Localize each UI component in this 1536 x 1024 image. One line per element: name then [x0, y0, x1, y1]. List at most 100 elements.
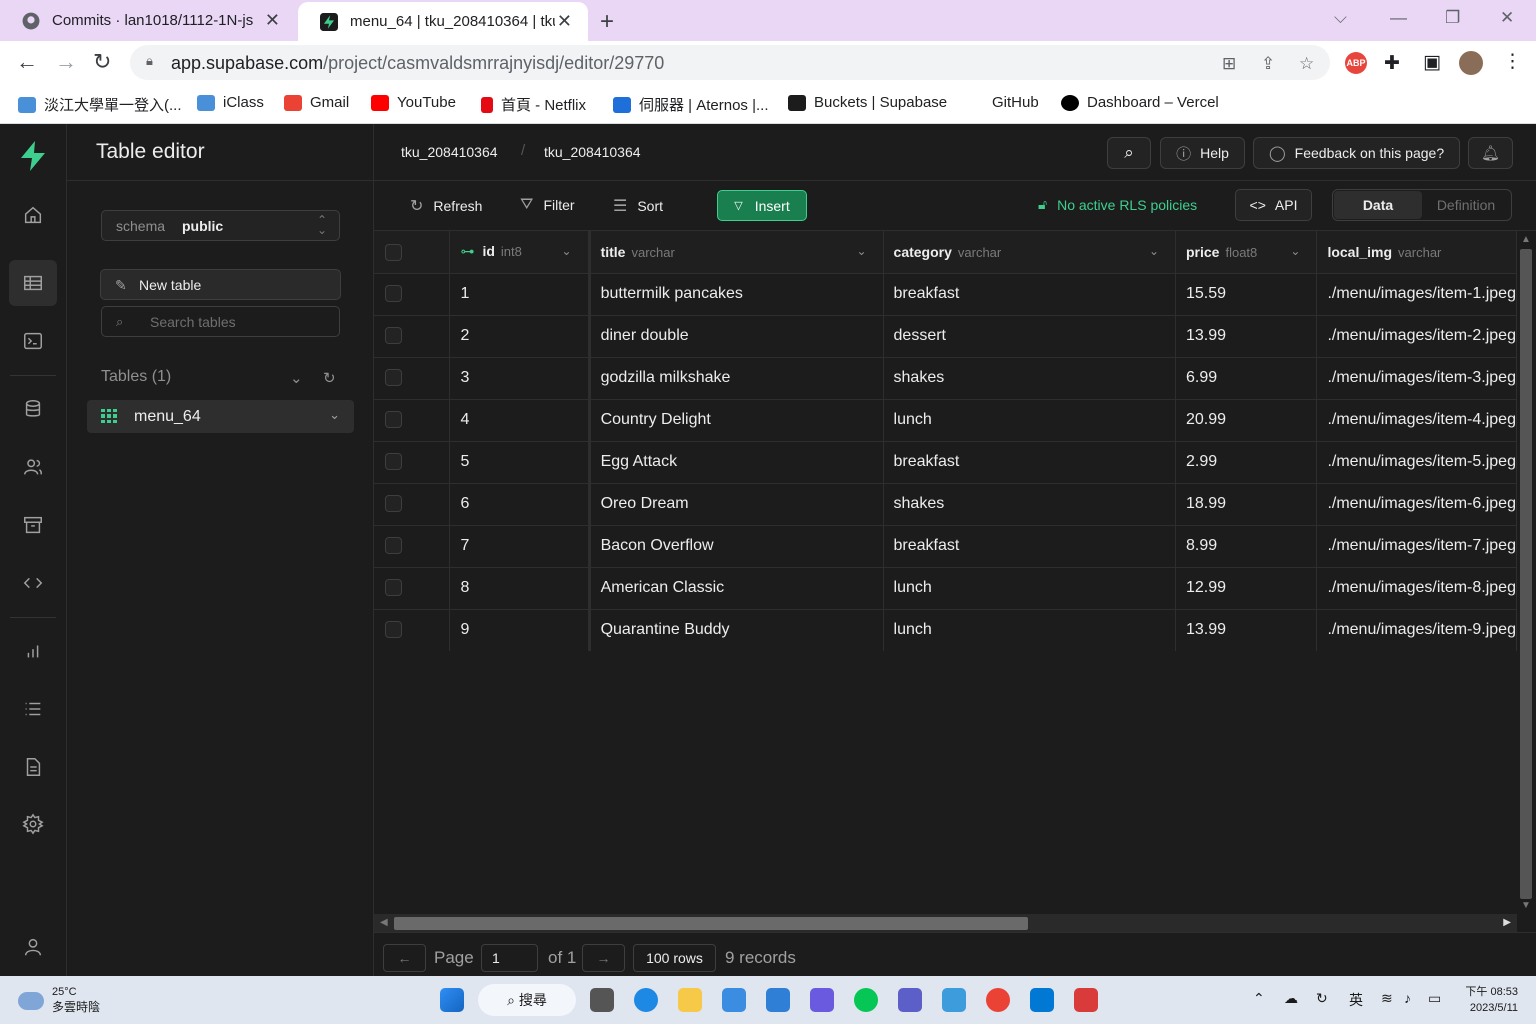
search-button[interactable]: ⌕	[1107, 137, 1151, 169]
chevron-down-icon[interactable]: ⌄	[856, 244, 866, 258]
table-row[interactable]: 2 diner double dessert 13.99 ./menu/images/i…	[374, 315, 1517, 358]
cell-price[interactable]: 6.99	[1175, 357, 1318, 400]
cell-id[interactable]: 4	[449, 399, 591, 442]
cell-title[interactable]: Bacon Overflow	[589, 525, 884, 568]
scroll-down-icon[interactable]: ▼	[1521, 900, 1531, 911]
supabase-logo-icon[interactable]	[18, 140, 48, 172]
schema-selector[interactable]: schema public ⌃ ⌄	[101, 210, 340, 241]
tab-supabase-menu[interactable]: menu_64 | tku_208410364 | tku ✕	[298, 2, 588, 41]
cell-id[interactable]: 7	[449, 525, 591, 568]
bookmark-item[interactable]: 首頁 - Netflix	[481, 94, 586, 115]
wifi-icon[interactable]: ≋	[1381, 990, 1393, 1007]
vertical-scroll-thumb[interactable]	[1520, 249, 1532, 899]
cell-title[interactable]: Quarantine Buddy	[589, 609, 884, 651]
cell-price[interactable]: 2.99	[1175, 441, 1318, 484]
row-checkbox[interactable]	[385, 369, 402, 387]
close-icon[interactable]: ✕	[557, 11, 572, 32]
cell-id[interactable]: 3	[449, 357, 591, 400]
close-window-icon[interactable]: ✕	[1500, 8, 1514, 28]
bookmark-star-icon[interactable]: ☆	[1299, 54, 1314, 74]
bookmark-item[interactable]: Gmail	[284, 94, 349, 111]
cell-local-img[interactable]: ./menu/images/item-1.jpeg	[1316, 273, 1517, 316]
row-checkbox[interactable]	[385, 411, 402, 429]
minimize-icon[interactable]: —	[1390, 8, 1407, 28]
definition-view-tab[interactable]: Definition	[1422, 191, 1510, 219]
row-checkbox[interactable]	[385, 495, 402, 513]
settings-gear-icon[interactable]	[9, 801, 57, 847]
vscode-icon[interactable]	[1030, 988, 1054, 1012]
ime-indicator[interactable]: 英	[1349, 990, 1363, 1010]
line-app-icon[interactable]	[854, 988, 878, 1012]
volume-icon[interactable]: ♪	[1404, 990, 1411, 1006]
next-page-button[interactable]: →	[582, 944, 625, 972]
cell-price[interactable]: 12.99	[1175, 567, 1318, 610]
sql-editor-icon[interactable]	[9, 318, 57, 364]
bookmark-item[interactable]: GitHub	[966, 94, 1039, 111]
edge-browser-icon[interactable]	[634, 988, 658, 1012]
cell-local-img[interactable]: ./menu/images/item-6.jpeg	[1316, 483, 1517, 526]
row-checkbox[interactable]	[385, 285, 402, 303]
chrome-icon[interactable]	[986, 988, 1010, 1012]
bookmark-item[interactable]: 淡江大學單一登入(...	[18, 94, 182, 115]
cell-title[interactable]: diner double	[589, 315, 884, 358]
table-row[interactable]: 8 American Classic lunch 12.99 ./menu/images…	[374, 567, 1517, 610]
user-account-icon[interactable]	[9, 924, 57, 970]
cell-local-img[interactable]: ./menu/images/item-3.jpeg	[1316, 357, 1517, 400]
table-editor-icon[interactable]	[9, 260, 57, 306]
scroll-up-icon[interactable]: ▲	[1521, 234, 1531, 245]
translate-icon[interactable]: ⊞	[1222, 54, 1236, 74]
weather-widget[interactable]: 25°C 多雲時陰	[15, 985, 100, 1015]
help-button[interactable]: ⓘ Help	[1160, 137, 1245, 169]
cell-local-img[interactable]: ./menu/images/item-4.jpeg	[1316, 399, 1517, 442]
table-row[interactable]: 4 Country Delight lunch 20.99 ./menu/images/…	[374, 399, 1517, 442]
column-header-price[interactable]: price float8 ⌄	[1175, 231, 1318, 274]
storage-icon[interactable]	[9, 502, 57, 548]
snipping-tool-icon[interactable]	[1074, 988, 1098, 1012]
cell-id[interactable]: 6	[449, 483, 591, 526]
restore-icon[interactable]: ❐	[1445, 8, 1460, 28]
cell-price[interactable]: 20.99	[1175, 399, 1318, 442]
new-table-button[interactable]: ✎ New table	[100, 269, 341, 300]
reload-icon[interactable]: ↻	[93, 49, 111, 75]
cell-id[interactable]: 9	[449, 609, 591, 651]
reports-icon[interactable]	[9, 628, 57, 674]
close-icon[interactable]: ✕	[265, 10, 280, 31]
logs-icon[interactable]	[9, 686, 57, 732]
profile-avatar[interactable]	[1459, 51, 1483, 75]
bookmark-item[interactable]: YouTube	[371, 94, 456, 111]
sidebar-table-item[interactable]: menu_64 ⌄	[87, 400, 354, 433]
search-tables-input[interactable]	[150, 313, 330, 331]
cell-price[interactable]: 15.59	[1175, 273, 1318, 316]
cell-title[interactable]: godzilla milkshake	[589, 357, 884, 400]
home-icon[interactable]	[9, 192, 57, 238]
refresh-tables-icon[interactable]: ↻	[323, 369, 336, 387]
cell-id[interactable]: 8	[449, 567, 591, 610]
row-checkbox[interactable]	[385, 579, 402, 597]
clipchamp-icon[interactable]	[810, 988, 834, 1012]
api-docs-icon[interactable]	[9, 744, 57, 790]
task-view-icon[interactable]	[590, 988, 614, 1012]
scroll-left-icon[interactable]: ◀	[380, 917, 388, 928]
sort-button[interactable]: ☰ Sort	[613, 196, 663, 216]
cell-id[interactable]: 5	[449, 441, 591, 484]
insert-button[interactable]: ▽ Insert	[717, 190, 807, 221]
table-row[interactable]: 1 buttermilk pancakes breakfast 15.59 ./menu…	[374, 273, 1517, 316]
breadcrumb-project[interactable]: tku_208410364	[544, 144, 641, 160]
cell-local-img[interactable]: ./menu/images/item-2.jpeg	[1316, 315, 1517, 358]
address-bar[interactable]: 🔒︎ app.supabase.com/project/casmvaldsmrr…	[130, 45, 1330, 80]
row-checkbox[interactable]	[385, 537, 402, 555]
cell-title[interactable]: buttermilk pancakes	[589, 273, 884, 316]
feedback-button[interactable]: ◯ Feedback on this page?	[1253, 137, 1460, 169]
search-tables-field[interactable]: ⌕	[101, 306, 340, 337]
notifications-button[interactable]: 🔔︎	[1468, 137, 1513, 169]
chevron-down-icon[interactable]: ⌄	[329, 407, 340, 423]
cell-title[interactable]: Country Delight	[589, 399, 884, 442]
cell-local-img[interactable]: ./menu/images/item-7.jpeg	[1316, 525, 1517, 568]
cell-local-img[interactable]: ./menu/images/item-8.jpeg	[1316, 567, 1517, 610]
bookmark-item[interactable]: iClass	[197, 94, 264, 111]
horizontal-scroll-thumb[interactable]	[394, 917, 1028, 930]
column-header-title[interactable]: title varchar ⌄	[589, 231, 884, 274]
chevron-down-icon[interactable]: ⌄	[1290, 244, 1300, 258]
taskbar-search[interactable]: ⌕ 搜尋	[478, 984, 576, 1016]
horizontal-scrollbar[interactable]: ◀ ▶	[374, 914, 1517, 932]
